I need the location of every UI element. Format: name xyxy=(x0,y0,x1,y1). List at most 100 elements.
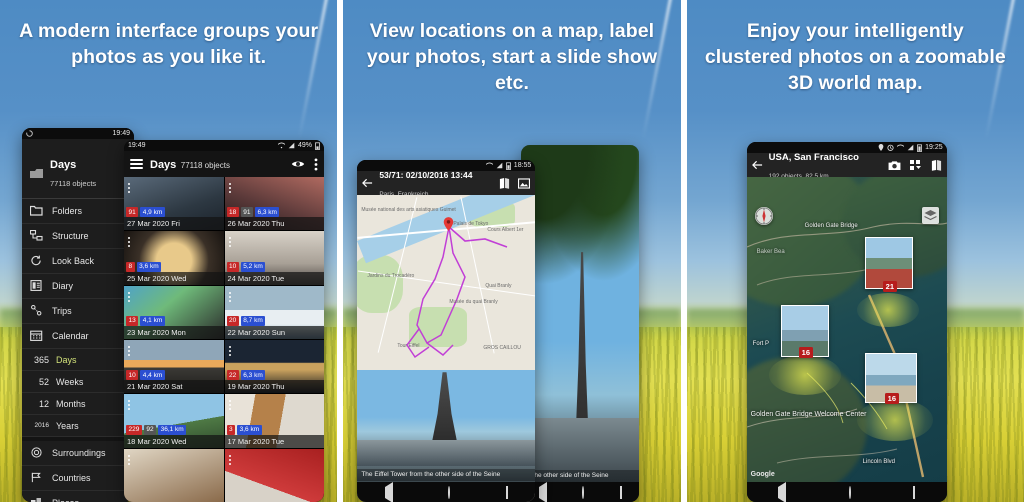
hamburger-menu-icon[interactable] xyxy=(130,157,143,171)
drawer-item-count: 2016 xyxy=(34,422,49,429)
drawer-item-days[interactable]: 365 Days xyxy=(22,349,134,371)
earth-label: Fort P xyxy=(752,341,769,347)
cell-badges: 10 4,4 km xyxy=(126,370,165,381)
badge-count: 10 xyxy=(226,261,239,272)
cell-badges: 10 5,2 km xyxy=(226,261,266,272)
photo-cell[interactable]: 13 4,1 km 23 Mar 2020 Mon xyxy=(124,285,224,339)
drawer-item-diary[interactable]: Diary xyxy=(22,274,134,299)
drawer-item-months[interactable]: 12 Months xyxy=(22,393,134,415)
drawer-item-calendar[interactable]: Calendar xyxy=(22,324,134,349)
filter-grid-icon[interactable] xyxy=(909,159,922,171)
signal-icon xyxy=(907,144,914,151)
cell-badges: 3 3,6 km xyxy=(226,424,262,435)
cell-overflow-icon[interactable] xyxy=(128,398,130,412)
drawer-item-places[interactable]: Places xyxy=(22,491,134,502)
drawer-item-label: Look Back xyxy=(52,256,95,266)
map-app-bar: 53/71: 02/10/2016 13:44 Paris, Frankreic… xyxy=(357,170,536,198)
badge-distance: 4,4 km xyxy=(140,370,165,381)
map-label: Cours Albert 1er xyxy=(487,227,524,233)
map-book-icon[interactable] xyxy=(499,177,510,189)
drawer-item-surroundings[interactable]: Surroundings xyxy=(22,441,134,466)
photo-cell[interactable]: 22 6,3 km 19 Mar 2020 Thu xyxy=(224,339,324,394)
home-nav-icon[interactable] xyxy=(582,485,585,499)
badge-distance: 3,6 km xyxy=(136,261,162,272)
map-label: Palais de Tokyo xyxy=(453,221,489,227)
cell-overflow-icon[interactable] xyxy=(128,344,130,358)
earth-3d-canvas[interactable]: 21 16 16 Golden Gate Bridge Fort P Golde… xyxy=(746,177,947,502)
diary-icon xyxy=(30,279,45,293)
battery-icon xyxy=(917,143,923,152)
phone-map: 18:55 53/71: 02/10/2016 13:44 Paris, Fra… xyxy=(357,160,536,502)
back-nav-icon[interactable] xyxy=(538,481,547,502)
drawer-item-weeks[interactable]: 52 Weeks xyxy=(22,371,134,393)
cell-overflow-icon[interactable] xyxy=(228,181,231,195)
drawer-title: Days xyxy=(50,159,77,171)
cell-overflow-icon[interactable] xyxy=(228,235,231,249)
photo-cell[interactable]: 10 5,2 km 24 Mar 2020 Tue xyxy=(224,231,324,285)
cell-overflow-icon[interactable] xyxy=(228,398,231,412)
drawer-item-structure[interactable]: Structure xyxy=(22,224,134,249)
bridge-structure xyxy=(357,440,536,466)
cell-overflow-icon[interactable] xyxy=(128,453,130,467)
photo-icon[interactable] xyxy=(518,177,531,189)
photo-cell[interactable]: 3 3,6 km 17 Mar 2020 Tue xyxy=(224,394,324,448)
camera-icon[interactable] xyxy=(888,160,901,171)
status-left xyxy=(26,130,33,137)
drawer-header: Days 77118 objects xyxy=(22,139,134,199)
photo-cell[interactable]: 8 3,6 km 25 Mar 2020 Wed xyxy=(124,231,224,285)
cluster-halo xyxy=(856,293,919,327)
recents-nav-icon[interactable] xyxy=(619,485,622,499)
drawer-item-look-back[interactable]: Look Back xyxy=(22,249,134,274)
phone-drawer: 19:49 Days 77118 objects Folders Structu… xyxy=(22,128,134,502)
drawer-item-label: Places xyxy=(52,498,79,502)
cell-overflow-icon[interactable] xyxy=(128,235,130,249)
photo-cell[interactable]: 10 4,4 km 21 Mar 2020 Sat xyxy=(124,339,224,394)
badge-distance: 6,3 km xyxy=(240,370,266,381)
drawer-item-countries[interactable]: Countries xyxy=(22,466,134,491)
photo-cell[interactable]: 229 92 36,1 km 18 Mar 2020 Wed xyxy=(124,394,224,448)
layers-icon[interactable] xyxy=(921,207,939,224)
android-nav-bar[interactable] xyxy=(746,481,947,502)
flag-icon xyxy=(30,472,45,485)
photo-cell[interactable] xyxy=(224,448,324,502)
badge-distance: 6,3 km xyxy=(254,207,280,218)
home-nav-icon[interactable] xyxy=(448,485,451,499)
compass-icon[interactable] xyxy=(754,207,773,225)
photo-cell[interactable] xyxy=(124,448,224,502)
cell-badges: 8 3,6 km xyxy=(126,261,162,272)
back-arrow-icon[interactable] xyxy=(751,160,763,170)
alarm-icon xyxy=(887,144,894,151)
photo-cell[interactable]: 20 8,7 km 22 Mar 2020 Sun xyxy=(224,285,324,339)
photo-cell[interactable]: 91 4,9 km 27 Mar 2020 Fri xyxy=(124,177,224,231)
back-nav-icon[interactable] xyxy=(777,481,786,502)
drawer-item-folders[interactable]: Folders xyxy=(22,199,134,224)
cell-overflow-icon[interactable] xyxy=(228,344,231,358)
cluster-halo xyxy=(768,355,841,395)
android-nav-bar[interactable] xyxy=(357,481,536,502)
photo-cell[interactable]: 18 91 6,3 km 26 Mar 2020 Thu xyxy=(224,177,324,231)
structure-icon xyxy=(30,229,45,243)
panel-modern-interface: A modern interface groups your photos as… xyxy=(0,0,338,502)
home-nav-icon[interactable] xyxy=(848,485,851,499)
cell-overflow-icon[interactable] xyxy=(128,181,130,195)
cell-overflow-icon[interactable] xyxy=(228,453,231,467)
drawer-item-count: 12 xyxy=(38,398,49,409)
badge-distance: 3,6 km xyxy=(237,424,262,435)
eye-icon[interactable] xyxy=(291,159,305,169)
drawer-item-label: Years xyxy=(56,420,79,431)
recents-nav-icon[interactable] xyxy=(913,485,916,499)
cell-overflow-icon[interactable] xyxy=(128,290,130,304)
status-bar-drawer: 19:49 xyxy=(22,128,134,139)
drawer-item-trips[interactable]: Trips xyxy=(22,299,134,324)
map-book-icon[interactable] xyxy=(931,159,942,171)
back-nav-icon[interactable] xyxy=(384,481,393,502)
overflow-menu-icon[interactable] xyxy=(314,157,318,171)
drawer-item-years[interactable]: 2016 Years xyxy=(22,415,134,437)
cluster-count-badge: 16 xyxy=(798,347,813,358)
phone-photo-grid: 19:49 49% Days 77118 objects 91 4,9 km 2… xyxy=(124,140,324,502)
recents-nav-icon[interactable] xyxy=(505,485,508,499)
android-nav-bar[interactable] xyxy=(521,481,640,502)
back-arrow-icon[interactable] xyxy=(362,178,373,188)
cell-overflow-icon[interactable] xyxy=(228,290,231,304)
navigation-drawer: 19:49 Days 77118 objects Folders Structu… xyxy=(22,128,134,502)
